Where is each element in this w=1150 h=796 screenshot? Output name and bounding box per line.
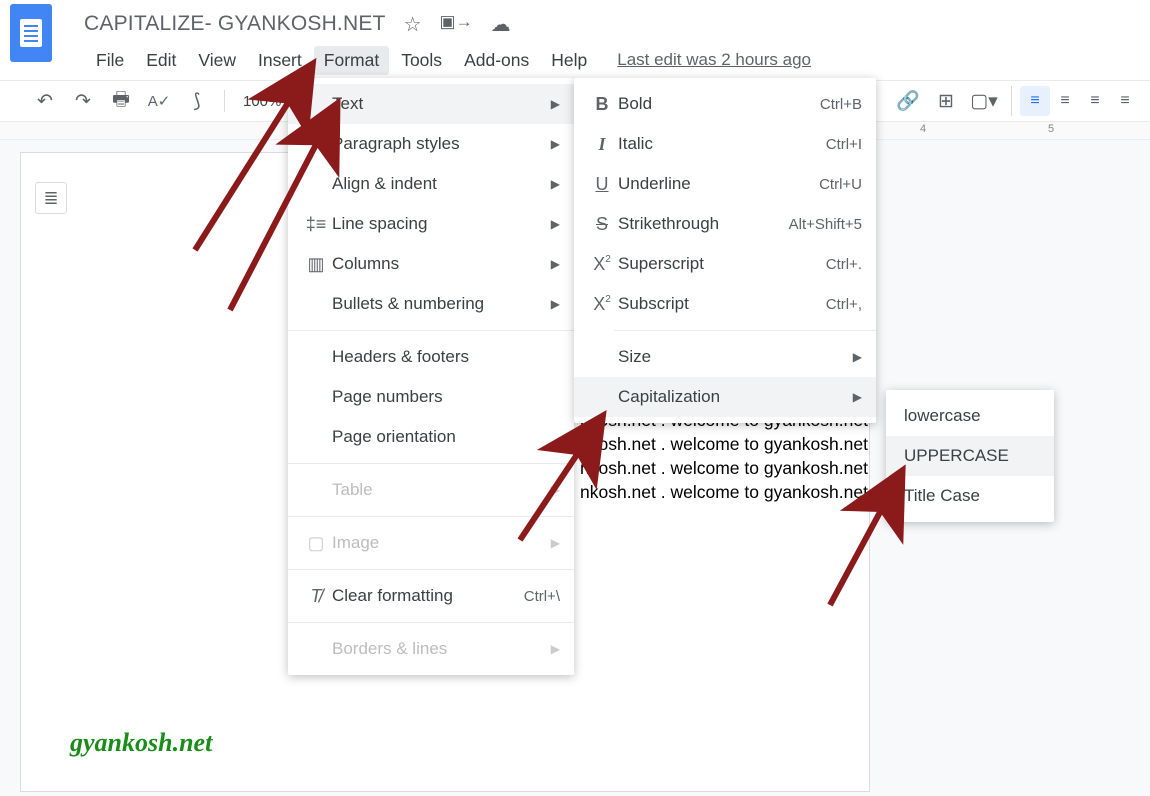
superscript-icon: X2 xyxy=(588,254,616,275)
text-submenu: BBoldCtrl+B IItalicCtrl+I UUnderlineCtrl… xyxy=(574,78,876,423)
format-page-numbers[interactable]: Page numbers xyxy=(288,377,574,417)
text-underline[interactable]: UUnderlineCtrl+U xyxy=(574,164,876,204)
text-strikethrough[interactable]: SStrikethroughAlt+Shift+5 xyxy=(574,204,876,244)
menu-edit[interactable]: Edit xyxy=(136,46,186,75)
format-paragraph-styles[interactable]: Paragraph styles▶ xyxy=(288,124,574,164)
format-bullets-numbering[interactable]: Bullets & numbering▶ xyxy=(288,284,574,324)
redo-icon[interactable]: ↷ xyxy=(68,86,98,116)
menu-file[interactable]: File xyxy=(86,46,134,75)
text-italic[interactable]: IItalicCtrl+I xyxy=(574,124,876,164)
format-clear-formatting[interactable]: T̸Clear formattingCtrl+\ xyxy=(288,576,574,616)
outline-button[interactable]: ≣ xyxy=(35,182,67,214)
last-edit-link[interactable]: Last edit was 2 hours ago xyxy=(617,50,811,70)
link-icon[interactable]: 🔗 xyxy=(893,86,923,116)
format-headers-footers[interactable]: Headers & footers xyxy=(288,337,574,377)
format-columns[interactable]: ▥Columns▶ xyxy=(288,244,574,284)
paint-format-icon[interactable]: ⟆ xyxy=(182,86,212,116)
text-line: nkosh.net . welcome to gyankosh.net xyxy=(580,456,868,480)
watermark: gyankosh.net xyxy=(70,728,212,758)
docs-logo[interactable] xyxy=(10,4,52,62)
menu-bar: File Edit View Insert Format Tools Add-o… xyxy=(0,40,1150,80)
image-icon[interactable]: ▢▾ xyxy=(969,86,999,116)
menu-help[interactable]: Help xyxy=(541,46,597,75)
align-left-icon[interactable]: ≡ xyxy=(1020,86,1050,116)
align-justify-icon[interactable]: ≡ xyxy=(1110,86,1140,116)
text-size[interactable]: Size▶ xyxy=(574,337,876,377)
comment-icon[interactable]: ⊞ xyxy=(931,86,961,116)
subscript-icon: X2 xyxy=(588,294,616,315)
align-center-icon[interactable]: ≡ xyxy=(1050,86,1080,116)
cap-uppercase[interactable]: UPPERCASE xyxy=(886,436,1054,476)
menu-insert[interactable]: Insert xyxy=(248,46,312,75)
text-capitalization[interactable]: Capitalization▶ xyxy=(574,377,876,417)
format-table: Table▶ xyxy=(288,470,574,510)
format-align-indent[interactable]: Align & indent▶ xyxy=(288,164,574,204)
text-bold[interactable]: BBoldCtrl+B xyxy=(574,84,876,124)
underline-icon: U xyxy=(588,174,616,195)
strike-icon: S xyxy=(588,214,616,235)
format-page-orientation[interactable]: Page orientation xyxy=(288,417,574,457)
move-icon[interactable]: ▣→ xyxy=(440,12,473,37)
cap-lowercase[interactable]: lowercase xyxy=(886,396,1054,436)
spellcheck-icon[interactable]: A✓ xyxy=(144,86,174,116)
italic-icon: I xyxy=(588,134,616,155)
columns-icon: ▥ xyxy=(302,254,330,275)
menu-addons[interactable]: Add-ons xyxy=(454,46,539,75)
undo-icon[interactable]: ↶ xyxy=(30,86,60,116)
align-right-icon[interactable]: ≡ xyxy=(1080,86,1110,116)
cap-titlecase[interactable]: Title Case xyxy=(886,476,1054,516)
document-title[interactable]: CAPITALIZE- GYANKOSH.NET xyxy=(84,12,386,36)
format-image: ▢Image▶ xyxy=(288,523,574,563)
menu-view[interactable]: View xyxy=(188,46,246,75)
format-line-spacing[interactable]: ‡≡Line spacing▶ xyxy=(288,204,574,244)
text-superscript[interactable]: X2SuperscriptCtrl+. xyxy=(574,244,876,284)
menu-format[interactable]: Format xyxy=(314,46,389,75)
menu-tools[interactable]: Tools xyxy=(391,46,452,75)
text-subscript[interactable]: X2SubscriptCtrl+, xyxy=(574,284,876,324)
text-line: nkosh.net . welcome to gyankosh.net xyxy=(580,480,868,504)
print-icon[interactable]: 🖶 xyxy=(106,86,136,116)
text-line: nkosh.net . welcome to gyankosh.net xyxy=(580,432,868,456)
clear-format-icon: T̸ xyxy=(302,586,330,607)
line-spacing-icon: ‡≡ xyxy=(302,214,330,235)
bold-icon: B xyxy=(588,94,616,115)
ruler-mark: 5 xyxy=(1048,123,1054,135)
star-icon[interactable]: ☆ xyxy=(404,12,422,37)
ruler-mark: 4 xyxy=(920,123,926,135)
format-dropdown: Text▶ Paragraph styles▶ Align & indent▶ … xyxy=(288,78,574,675)
format-borders-lines: Borders & lines▶ xyxy=(288,629,574,669)
cloud-icon[interactable]: ☁ xyxy=(491,12,511,37)
format-text[interactable]: Text▶ xyxy=(288,84,574,124)
image-icon: ▢ xyxy=(302,533,330,554)
capitalization-submenu: lowercase UPPERCASE Title Case xyxy=(886,390,1054,522)
